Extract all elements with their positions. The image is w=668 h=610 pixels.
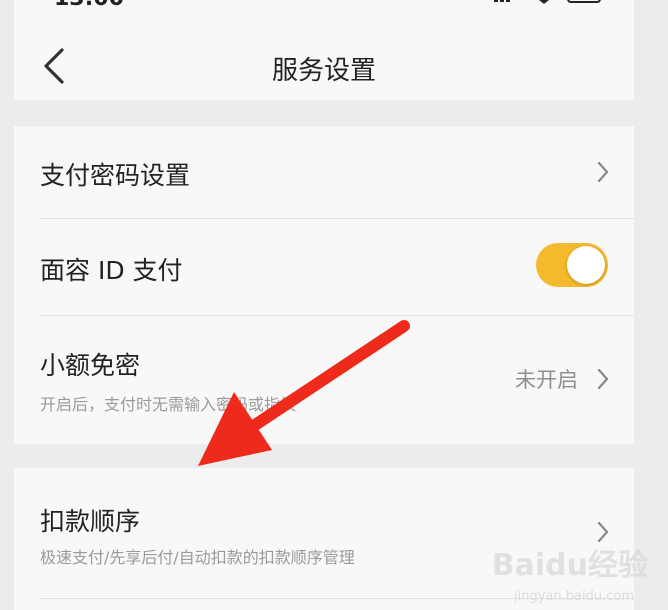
row-title: 扣款顺序: [40, 507, 141, 536]
row-subtitle: 极速支付/先享后付/自动扣款的扣款顺序管理: [40, 548, 355, 567]
watermark-url: jingyan.baidu.com: [514, 589, 634, 604]
watermark-logo: Baidu经验: [491, 548, 648, 583]
status-icons: [494, 0, 601, 4]
status-bar: 13:00: [14, 0, 634, 11]
row-subtitle: 开启后，支付时无需输入密码或指纹: [40, 395, 297, 414]
chevron-right-icon: [597, 368, 609, 390]
settings-group: 支付密码设置 面容 ID 支付 小额免密 开启后，支付时无需输入密码或指纹 未开…: [14, 126, 634, 444]
small-amount-password-free-row[interactable]: 小额免密 开启后，支付时无需输入密码或指纹 未开启: [14, 316, 634, 444]
battery-icon: [567, 0, 601, 3]
payment-password-row[interactable]: 支付密码设置: [14, 126, 634, 218]
wifi-icon: [539, 0, 549, 4]
status-value: 未开启: [515, 368, 578, 392]
chevron-right-icon: [597, 161, 609, 183]
signal-bars-icon: [494, 0, 498, 2]
page-title: 服务设置: [271, 56, 376, 86]
row-title: 小额免密: [40, 351, 141, 380]
face-id-toggle[interactable]: [536, 243, 608, 287]
row-title: 支付密码设置: [40, 161, 191, 190]
toggle-knob: [567, 246, 605, 284]
row-title: 面容 ID 支付: [40, 256, 183, 285]
nav-bar: 服务设置: [14, 10, 634, 100]
